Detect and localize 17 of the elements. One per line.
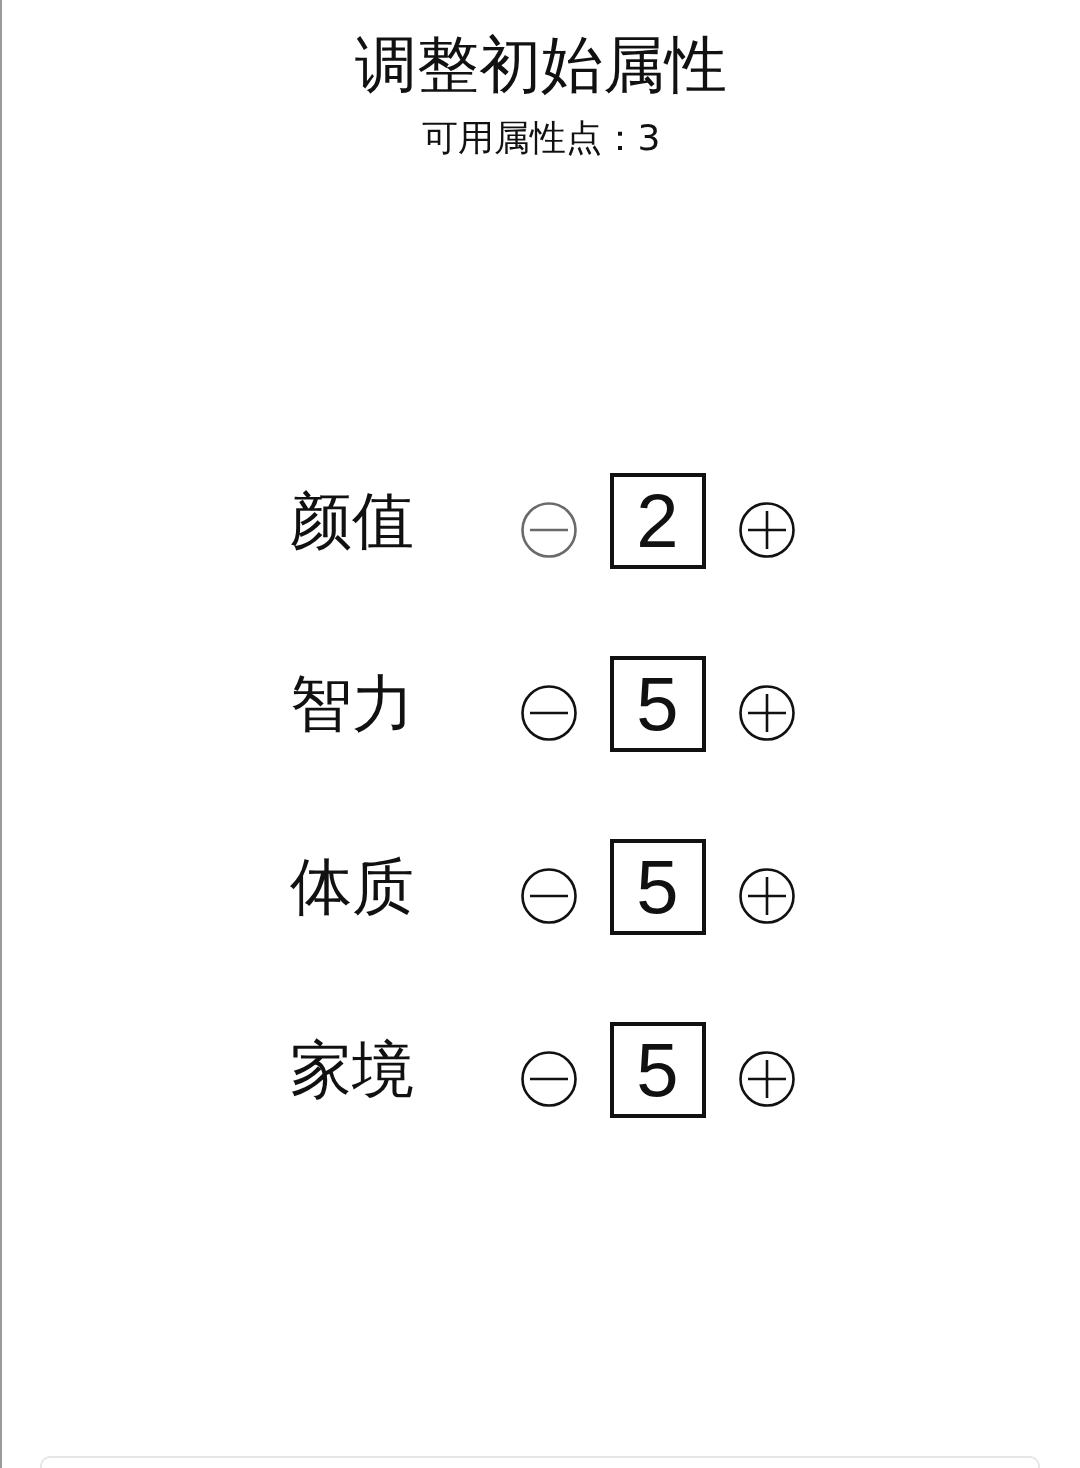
attribute-label: 智力: [289, 666, 415, 742]
available-points: 可用属性点：3: [421, 116, 661, 160]
minus-circle-icon[interactable]: [520, 1051, 577, 1107]
minus-circle-icon[interactable]: [520, 868, 577, 924]
plus-circle-icon[interactable]: [738, 685, 795, 741]
attribute-value: 5: [609, 1022, 706, 1118]
plus-circle-icon[interactable]: [738, 502, 795, 558]
attribute-value: 2: [609, 473, 706, 569]
attribute-value: 5: [609, 839, 706, 935]
attribute-value: 5: [609, 656, 706, 752]
plus-circle-icon[interactable]: [738, 868, 795, 924]
attribute-label: 颜值: [289, 483, 415, 559]
attribute-label: 体质: [289, 849, 415, 925]
page-title: 调整初始属性: [355, 27, 727, 103]
minus-circle-icon[interactable]: [520, 685, 577, 741]
attribute-label: 家境: [289, 1032, 415, 1108]
plus-circle-icon[interactable]: [738, 1051, 795, 1107]
